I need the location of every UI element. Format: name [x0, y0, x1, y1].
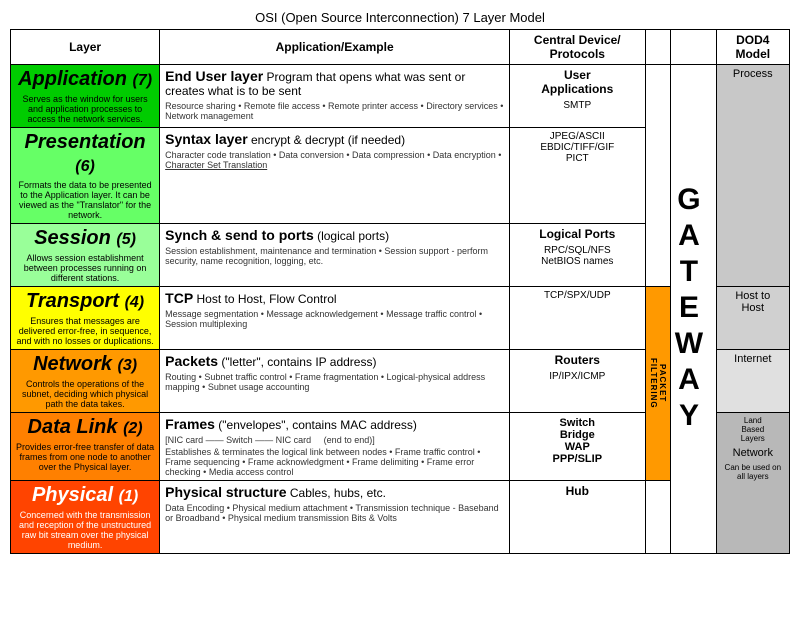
- central-name-network: Routers: [515, 353, 639, 367]
- layer-cell-transport: Transport (4) Ensures that messages are …: [11, 287, 160, 350]
- layer-name-physical: Physical (1): [16, 484, 154, 507]
- app-example-physical: Physical structure Cables, hubs, etc. Da…: [160, 481, 510, 554]
- dod-process: Process: [716, 65, 789, 287]
- dod-network: LandBasedLayers Network Can be used on a…: [716, 413, 789, 554]
- app-detail-session: Session establishment, maintenance and t…: [165, 246, 504, 266]
- app-detail-physical: Data Encoding • Physical medium attachme…: [165, 503, 504, 523]
- layer-number-presentation: (6): [75, 158, 95, 175]
- app-example-network: Packets ("letter", contains IP address) …: [160, 350, 510, 413]
- app-main-transport: TCP Host to Host, Flow Control: [165, 290, 504, 306]
- layer-cell-presentation: Presentation (6) Formats the data to be …: [11, 128, 160, 224]
- central-network: Routers IP/IPX/ICMP: [510, 350, 645, 413]
- col-header-gateway: [671, 30, 716, 65]
- central-name-session: Logical Ports: [515, 227, 639, 241]
- central-name-application: UserApplications: [515, 68, 639, 96]
- osi-table: Layer Application/Example Central Device…: [10, 29, 790, 554]
- layer-desc-physical: Concerned with the transmission and rece…: [16, 510, 154, 550]
- app-main-physical: Physical structure Cables, hubs, etc.: [165, 484, 504, 500]
- layer-desc-transport: Ensures that messages are delivered erro…: [16, 316, 154, 346]
- gateway-cell: GATEWAY: [671, 65, 716, 554]
- layer-desc-presentation: Formats the data to be presented to the …: [16, 180, 154, 220]
- app-detail-datalink1: [NIC card —— Switch —— NIC card (end to …: [165, 435, 504, 445]
- layer-desc-application: Serves as the window for users and appli…: [16, 94, 154, 124]
- layer-name-network: Network (3): [16, 353, 154, 376]
- dod-host: Host toHost: [716, 287, 789, 350]
- layer-name-application: Application (7): [16, 68, 154, 91]
- layer-name-datalink: Data Link (2): [16, 416, 154, 439]
- header-row: Layer Application/Example Central Device…: [11, 30, 790, 65]
- central-protocol-application: SMTP: [515, 100, 639, 111]
- central-physical: Hub: [510, 481, 645, 554]
- app-detail-presentation: Character code translation • Data conver…: [165, 150, 504, 170]
- app-main-application: End User layer Program that opens what w…: [165, 68, 504, 98]
- col-header-application: Application/Example: [160, 30, 510, 65]
- layer-desc-datalink: Provides error-free transfer of data fra…: [16, 442, 154, 472]
- app-main-datalink: Frames ("envelopes", contains MAC addres…: [165, 416, 504, 432]
- app-detail-application: Resource sharing • Remote file access • …: [165, 101, 504, 121]
- layer-cell-datalink: Data Link (2) Provides error-free transf…: [11, 413, 160, 481]
- col-header-dod: DOD4 Model: [716, 30, 789, 65]
- layer-name-transport: Transport (4): [16, 290, 154, 313]
- central-session: Logical Ports RPC/SQL/NFSNetBIOS names: [510, 224, 645, 287]
- central-name-physical: Hub: [515, 484, 639, 498]
- dod-network-label: Network: [722, 447, 784, 459]
- central-transport: TCP/SPX/UDP: [510, 287, 645, 350]
- app-example-transport: TCP Host to Host, Flow Control Message s…: [160, 287, 510, 350]
- packet-filtering-cell: PACKETFILTERING: [645, 287, 671, 481]
- central-name-presentation: JPEG/ASCIIEBDIC/TIFF/GIFPICT: [515, 131, 639, 164]
- app-example-session: Synch & send to ports (logical ports) Se…: [160, 224, 510, 287]
- layer-number-application: (7): [133, 72, 153, 89]
- central-protocol-session: RPC/SQL/NFSNetBIOS names: [515, 245, 639, 267]
- col-header-layer: Layer: [11, 30, 160, 65]
- packet-cell-top: [645, 65, 671, 287]
- central-protocol-transport: TCP/SPX/UDP: [515, 290, 639, 301]
- app-detail-datalink2: Establishes & terminates the logical lin…: [165, 447, 504, 477]
- layer-cell-network: Network (3) Controls the operations of t…: [11, 350, 160, 413]
- layer-name-session: Session (5): [16, 227, 154, 250]
- layer-name-presentation: Presentation (6): [16, 131, 154, 177]
- layer-row-application: Application (7) Serves as the window for…: [11, 65, 790, 128]
- layer-desc-network: Controls the operations of the subnet, d…: [16, 379, 154, 409]
- layer-number-network: (3): [118, 357, 138, 374]
- layer-number-physical: (1): [119, 488, 139, 505]
- central-datalink: SwitchBridgeWAPPPP/SLIP: [510, 413, 645, 481]
- app-example-datalink: Frames ("envelopes", contains MAC addres…: [160, 413, 510, 481]
- gateway-label: GATEWAY: [671, 183, 705, 435]
- layer-number-transport: (4): [125, 294, 145, 311]
- layer-number-session: (5): [116, 231, 136, 248]
- layer-number-datalink: (2): [123, 420, 143, 437]
- central-protocol-network: IP/IPX/ICMP: [515, 371, 639, 382]
- layer-cell-session: Session (5) Allows session establishment…: [11, 224, 160, 287]
- layer-cell-physical: Physical (1) Concerned with the transmis…: [11, 481, 160, 554]
- page-container: OSI (Open Source Interconnection) 7 Laye…: [10, 10, 790, 554]
- central-name-datalink: SwitchBridgeWAPPPP/SLIP: [515, 417, 639, 465]
- app-example-application: End User layer Program that opens what w…: [160, 65, 510, 128]
- land-based-label: LandBasedLayers: [722, 416, 784, 443]
- app-detail-transport: Message segmentation • Message acknowled…: [165, 309, 504, 329]
- packet-empty-physical: [645, 481, 671, 554]
- col-header-central: Central Device/ Protocols: [510, 30, 645, 65]
- can-be-used: Can be used on all layers: [722, 463, 784, 481]
- app-detail-network: Routing • Subnet traffic control • Frame…: [165, 372, 504, 392]
- page-title: OSI (Open Source Interconnection) 7 Laye…: [10, 10, 790, 25]
- col-header-packet: [645, 30, 671, 65]
- central-application: UserApplications SMTP: [510, 65, 645, 128]
- app-main-network: Packets ("letter", contains IP address): [165, 353, 504, 369]
- dod-internet: Internet: [716, 350, 789, 413]
- layer-desc-session: Allows session establishment between pro…: [16, 253, 154, 283]
- app-main-session: Synch & send to ports (logical ports): [165, 227, 504, 243]
- layer-cell-application: Application (7) Serves as the window for…: [11, 65, 160, 128]
- app-main-presentation: Syntax layer encrypt & decrypt (if neede…: [165, 131, 504, 147]
- app-example-presentation: Syntax layer encrypt & decrypt (if neede…: [160, 128, 510, 224]
- central-presentation: JPEG/ASCIIEBDIC/TIFF/GIFPICT: [510, 128, 645, 224]
